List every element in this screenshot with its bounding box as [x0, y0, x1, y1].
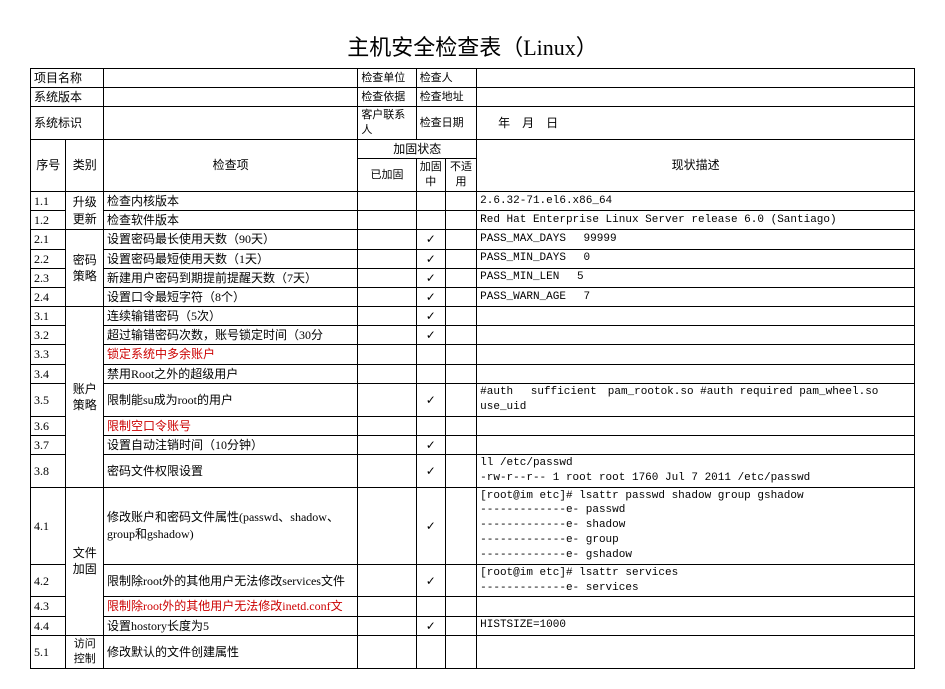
table-row: 3.5 限制能su成为root的用户 ✓ #auth sufficient pa… — [31, 383, 915, 416]
item-cell: 设置密码最长使用天数（90天） — [103, 230, 357, 249]
seq-cell: 2.1 — [31, 230, 66, 249]
checklist-table: 项目名称 检查单位 检查人 系统版本 检查依据 检查地址 系统标识 客户联系人 … — [30, 68, 915, 669]
sys-id-value — [103, 107, 357, 140]
check-person-label: 检查人 — [416, 69, 476, 88]
col-seq: 序号 — [31, 140, 66, 192]
table-row: 2.3 新建用户密码到期提前提醒天数（7天） ✓ PASS_MIN_LEN 5 — [31, 268, 915, 287]
item-cell: 检查软件版本 — [103, 211, 357, 230]
column-header-row: 序号 类别 检查项 加固状态 现状描述 — [31, 140, 915, 159]
header-row-1: 项目名称 检查单位 检查人 — [31, 69, 915, 88]
col-category: 类别 — [66, 140, 104, 192]
table-row: 2.4 设置口令最短字符（8个） ✓ PASS_WARN_AGE 7 — [31, 287, 915, 306]
sys-id-label: 系统标识 — [31, 107, 104, 140]
col-desc: 现状描述 — [477, 140, 915, 192]
table-row: 4.2 限制除root外的其他用户无法修改services文件 ✓ [root@… — [31, 564, 915, 597]
col-check-item: 检查项 — [103, 140, 357, 192]
table-row: 3.8 密码文件权限设置 ✓ ll /etc/passwd -rw-r--r--… — [31, 454, 915, 487]
table-row: 1.2 检查软件版本 Red Hat Enterprise Linux Serv… — [31, 211, 915, 230]
table-row: 3.1 账户 策略 连续输错密码（5次） ✓ — [31, 307, 915, 326]
category-upgrade: 升级 更新 — [66, 191, 104, 229]
category-access: 访问控制 — [66, 635, 104, 668]
na-cell — [445, 211, 476, 230]
check-addr-label: 检查地址 — [416, 88, 476, 107]
col-incheck: 加固中 — [416, 159, 445, 192]
table-row: 2.1 密码 策略 设置密码最长使用天数（90天） ✓ PASS_MAX_DAY… — [31, 230, 915, 249]
table-row: 3.7 设置自动注销时间（10分钟） ✓ — [31, 435, 915, 454]
check-addr-value — [477, 88, 915, 107]
na-cell — [445, 191, 476, 210]
incheck-cell — [416, 211, 445, 230]
sys-version-label: 系统版本 — [31, 88, 104, 107]
table-row: 2.2 设置密码最短使用天数（1天） ✓ PASS_MIN_DAYS 0 — [31, 249, 915, 268]
category-file: 文件 加固 — [66, 487, 104, 635]
hardened-cell — [358, 211, 416, 230]
seq-cell: 1.1 — [31, 191, 66, 210]
category-password: 密码 策略 — [66, 230, 104, 307]
table-row: 3.3 锁定系统中多余账户 — [31, 345, 915, 364]
table-row: 1.1 升级 更新 检查内核版本 2.6.32-71.el6.x86_64 — [31, 191, 915, 210]
item-cell: 检查内核版本 — [103, 191, 357, 210]
col-harden-status: 加固状态 — [358, 140, 477, 159]
check-basis-label: 检查依据 — [358, 88, 416, 107]
hardened-cell — [358, 191, 416, 210]
header-row-2: 系统版本 检查依据 检查地址 — [31, 88, 915, 107]
check-person-value — [477, 69, 915, 88]
table-row: 4.1 文件 加固 修改账户和密码文件属性(passwd、shadow、grou… — [31, 487, 915, 564]
header-row-3: 系统标识 客户联系人 检查日期 年 月 日 — [31, 107, 915, 140]
col-hardened: 已加固 — [358, 159, 416, 192]
desc-cell: PASS_MAX_DAYS 99999 — [477, 230, 915, 249]
incheck-cell — [416, 191, 445, 210]
check-unit-label: 检查单位 — [358, 69, 416, 88]
page-title: 主机安全检查表（Linux） — [30, 30, 915, 62]
seq-cell: 1.2 — [31, 211, 66, 230]
table-row: 3.2 超过输错密码次数，账号锁定时间（30分 ✓ — [31, 326, 915, 345]
check-date-label: 检查日期 — [416, 107, 476, 140]
check-date-value: 年 月 日 — [477, 107, 915, 140]
client-contact-label: 客户联系人 — [358, 107, 416, 140]
table-row: 3.6 限制空口令账号 — [31, 416, 915, 435]
table-row: 5.1 访问控制 修改默认的文件创建属性 — [31, 635, 915, 668]
table-row: 4.3 限制除root外的其他用户无法修改inetd.conf文 — [31, 597, 915, 616]
col-na: 不适用 — [445, 159, 476, 192]
table-row: 4.4 设置hostory长度为5 ✓ HISTSIZE=1000 — [31, 616, 915, 635]
table-row: 3.4 禁用Root之外的超级用户 — [31, 364, 915, 383]
sys-version-value — [103, 88, 357, 107]
project-name-value — [103, 69, 357, 88]
project-name-label: 项目名称 — [31, 69, 104, 88]
desc-cell: 2.6.32-71.el6.x86_64 — [477, 191, 915, 210]
desc-cell: Red Hat Enterprise Linux Server release … — [477, 211, 915, 230]
category-account: 账户 策略 — [66, 307, 104, 488]
